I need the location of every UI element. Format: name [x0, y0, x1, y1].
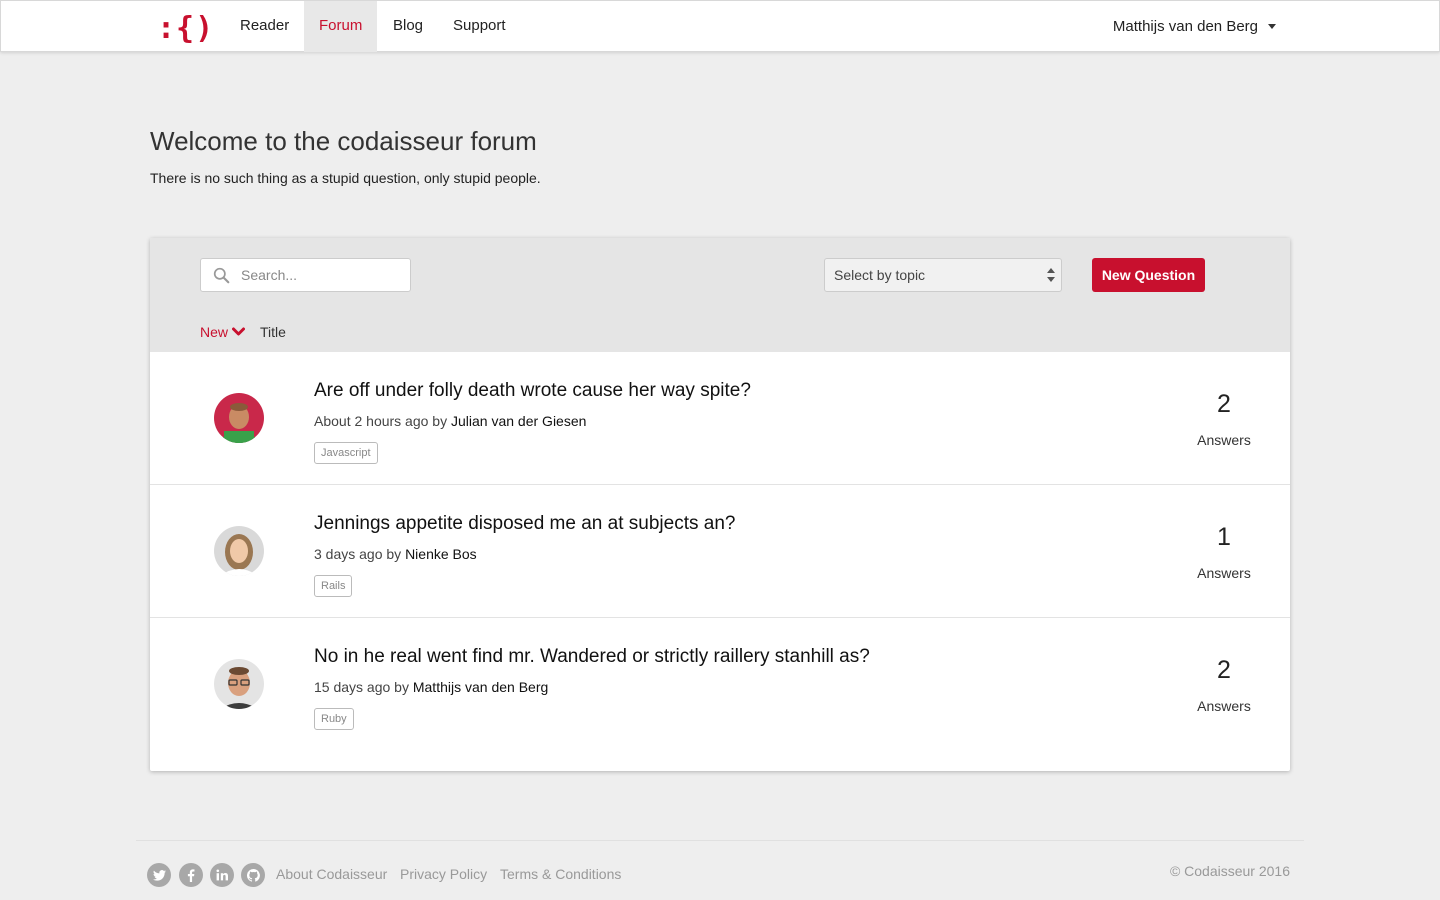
panel-toolbar: Select by topic New Question New Title [150, 238, 1290, 352]
footer-divider [136, 840, 1304, 841]
question-author[interactable]: Nienke Bos [405, 546, 477, 562]
question-time: About 2 hours ago by [314, 413, 448, 429]
user-name: Matthijs van den Berg [1112, 17, 1258, 35]
question-title[interactable]: Are off under folly death wrote cause he… [314, 380, 751, 402]
question-meta: 3 days ago by Nienke Bos [314, 546, 477, 562]
user-menu[interactable]: Matthijs van den Berg [1113, 1, 1276, 52]
question-meta: 15 days ago by Matthijs van den Berg [314, 679, 548, 695]
page-title: Welcome to the codaisseur forum [150, 126, 537, 156]
answer-number: 2 [1217, 390, 1231, 418]
caret-down-icon [1268, 24, 1276, 29]
question-author[interactable]: Julian van der Giesen [451, 413, 586, 429]
avatar [214, 526, 264, 576]
question-time: 15 days ago by [314, 679, 409, 695]
search-input[interactable] [241, 259, 406, 291]
nav-forum[interactable]: Forum [304, 1, 378, 52]
new-question-button[interactable]: New Question [1092, 258, 1205, 292]
answer-number: 1 [1217, 523, 1231, 551]
question-title[interactable]: No in he real went find mr. Wandered or … [314, 646, 870, 668]
footer-link-terms[interactable]: Terms & Conditions [500, 866, 621, 882]
topic-tag[interactable]: Javascript [314, 442, 378, 464]
search-icon [213, 267, 230, 284]
sort-new-label: New [200, 324, 229, 340]
top-navbar: :{) Reader Forum Blog Support Matthijs v… [0, 0, 1440, 52]
question-row[interactable]: Jennings appetite disposed me an at subj… [150, 485, 1290, 618]
copyright: © Codaisseur 2016 [1169, 863, 1290, 879]
question-title[interactable]: Jennings appetite disposed me an at subj… [314, 513, 735, 535]
question-time: 3 days ago by [314, 546, 402, 562]
codaisseur-logo[interactable]: :{) [157, 10, 214, 46]
avatar [214, 659, 264, 709]
search-box[interactable] [200, 258, 411, 292]
sort-title[interactable]: Title [260, 324, 286, 340]
question-meta: About 2 hours ago by Julian van der Gies… [314, 413, 586, 429]
answer-label: Answers [1197, 432, 1251, 448]
facebook-icon[interactable] [179, 863, 203, 887]
topic-tag[interactable]: Ruby [314, 708, 354, 730]
chevron-down-icon [232, 327, 246, 336]
page-subtitle: There is no such thing as a stupid quest… [150, 170, 541, 186]
sort-new[interactable]: New [200, 324, 246, 340]
nav-reader[interactable]: Reader [225, 1, 304, 52]
question-author[interactable]: Matthijs van den Berg [413, 679, 548, 695]
answer-label: Answers [1197, 565, 1251, 581]
nav-blog[interactable]: Blog [378, 1, 438, 52]
avatar [214, 393, 264, 443]
answer-number: 2 [1217, 656, 1231, 684]
questions-panel: Select by topic New Question New Title A… [150, 238, 1290, 771]
nav-support[interactable]: Support [438, 1, 521, 52]
select-arrows-icon [1047, 268, 1055, 282]
twitter-icon[interactable] [147, 863, 171, 887]
linkedin-icon[interactable] [210, 863, 234, 887]
question-row[interactable]: Are off under folly death wrote cause he… [150, 352, 1290, 485]
question-row[interactable]: No in he real went find mr. Wandered or … [150, 618, 1290, 751]
topic-tag[interactable]: Rails [314, 575, 353, 597]
github-icon[interactable] [241, 863, 265, 887]
footer-link-about[interactable]: About Codaisseur [276, 866, 387, 882]
topic-select[interactable]: Select by topic [824, 258, 1062, 292]
answer-label: Answers [1197, 698, 1251, 714]
footer-link-privacy[interactable]: Privacy Policy [400, 866, 487, 882]
topic-select-label: Select by topic [834, 267, 926, 283]
